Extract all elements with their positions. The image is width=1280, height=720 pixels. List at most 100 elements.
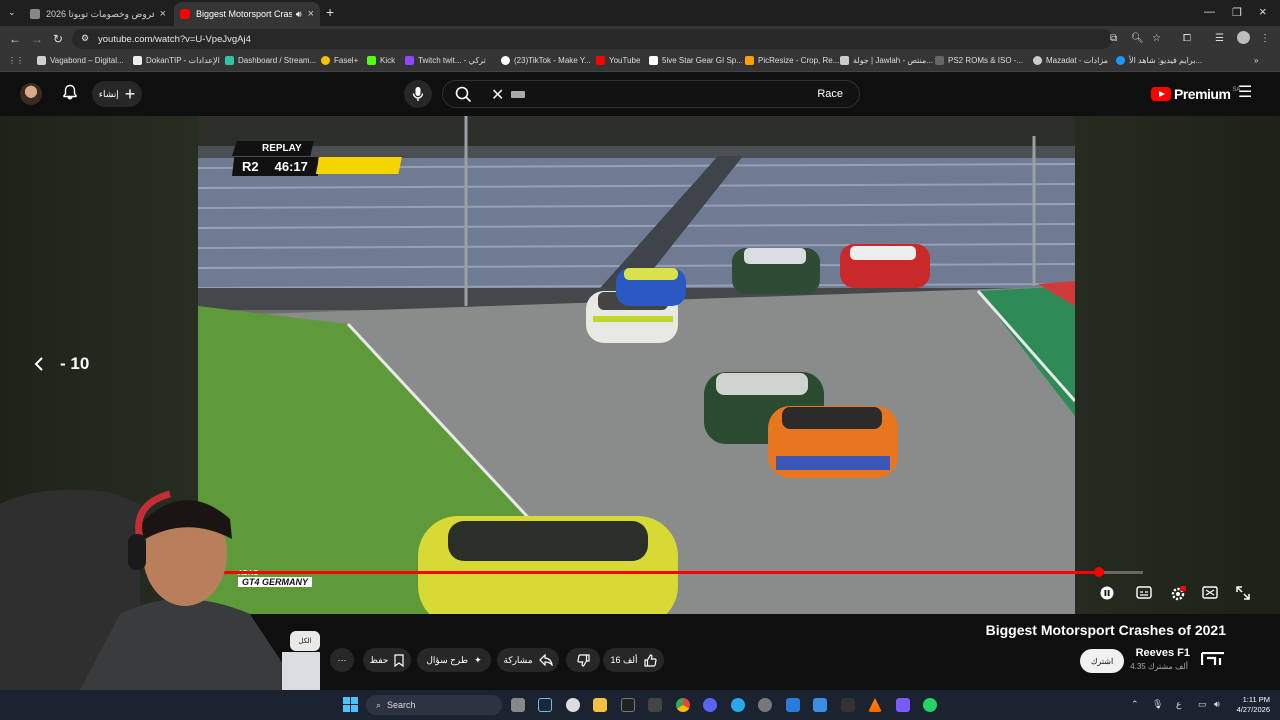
app-icon[interactable] <box>566 698 580 712</box>
taskbar-search[interactable]: ⌕ Search <box>366 695 502 715</box>
filter-chip-all[interactable]: الكل <box>290 631 320 651</box>
discord-icon[interactable] <box>703 698 717 712</box>
share-button[interactable]: مشاركة <box>497 648 559 672</box>
create-button[interactable]: إنشاء + <box>92 81 142 107</box>
photos-icon[interactable] <box>813 698 827 712</box>
bookmark-item[interactable]: PicResize - Crop, Re... <box>745 56 839 65</box>
race-footage <box>198 116 1075 614</box>
browser-menu-icon[interactable]: ⋮ <box>1260 33 1270 44</box>
search-icon[interactable] <box>455 86 472 108</box>
bookmark-item[interactable]: YouTube <box>596 56 640 65</box>
video-frame[interactable]: REPLAY R2 46:17 ADAC GT4 GERMANY <box>198 116 1075 614</box>
bookmark-item[interactable]: Twitch twit... - تركي <box>405 56 486 65</box>
bookmark-label: 5ive Star Gear GI Sp... <box>662 56 743 65</box>
install-app-icon[interactable]: ⧉ <box>1110 33 1117 44</box>
bookmark-label: PicResize - Crop, Re... <box>758 56 840 65</box>
clear-search-icon[interactable]: ✕ <box>491 85 504 105</box>
maximize-icon[interactable]: ❐ <box>1232 6 1242 19</box>
miniplayer-icon[interactable] <box>1202 586 1218 602</box>
search-input[interactable]: Race <box>817 88 843 100</box>
account-avatar[interactable] <box>20 83 42 105</box>
settings-gear-icon[interactable] <box>1170 586 1188 605</box>
tab-toyota-offers[interactable]: عروض وخصومات تويوتا 2026 |... × <box>24 2 172 26</box>
reload-icon[interactable]: ↻ <box>53 32 63 46</box>
bookmark-item[interactable]: Kick <box>367 56 395 65</box>
bookmark-star-icon[interactable]: ☆ <box>1152 33 1161 44</box>
bookmark-item[interactable]: جولة | Jawlah - منتص... <box>840 56 933 65</box>
epic-games-icon[interactable] <box>621 698 635 712</box>
close-icon[interactable]: × <box>308 8 314 20</box>
new-tab-button[interactable]: + <box>326 4 334 20</box>
bookmark-item[interactable]: Dashboard / Stream... <box>225 56 316 65</box>
telegram-icon[interactable] <box>731 698 745 712</box>
forward-icon[interactable]: → <box>31 32 43 46</box>
tab-search-icon[interactable]: ⌄ <box>8 7 16 18</box>
close-window-icon[interactable]: × <box>1259 4 1267 19</box>
bookmark-item[interactable]: DokanTIP - الإعدادات <box>133 56 220 65</box>
more-actions-button[interactable]: ⋯ <box>330 648 354 672</box>
sparkle-icon: ✦ <box>474 654 482 665</box>
progress-bar[interactable] <box>198 567 1143 577</box>
close-icon[interactable]: × <box>160 8 166 20</box>
scrubber-handle[interactable] <box>1093 567 1104 577</box>
pause-button[interactable] <box>1100 586 1114 603</box>
minimize-icon[interactable]: — <box>1204 6 1215 18</box>
language-indicator[interactable]: ع <box>1176 699 1181 710</box>
app-icon[interactable] <box>896 698 910 712</box>
dislike-button[interactable] <box>566 648 600 672</box>
steam-icon[interactable] <box>538 698 552 712</box>
app-icon[interactable] <box>841 698 855 712</box>
save-button[interactable]: حفظ <box>363 648 411 672</box>
app-icon[interactable] <box>786 698 800 712</box>
bookmark-item[interactable]: Vagabond – Digital... <box>37 56 124 65</box>
app-icon[interactable] <box>648 698 662 712</box>
subtitles-icon[interactable] <box>1136 586 1152 602</box>
bookmark-item[interactable]: Mazadat - مزادات <box>1033 56 1108 65</box>
tray-chevron-icon[interactable]: ⌃ <box>1131 699 1139 710</box>
bookmark-favicon-icon <box>37 56 46 65</box>
bookmark-item[interactable]: 5ive Star Gear GI Sp... <box>649 56 743 65</box>
extensions-icon[interactable]: ⧠ <box>1183 33 1191 44</box>
back-icon[interactable]: ← <box>9 32 21 46</box>
subscribe-button[interactable]: اشترك <box>1080 649 1124 673</box>
bookmark-item[interactable]: PS2 ROMs & ISO -... <box>935 56 1023 65</box>
ask-button[interactable]: طرح سؤال ✦ <box>417 648 491 672</box>
channel-name[interactable]: Reeves F1 <box>1136 647 1190 659</box>
site-info-icon[interactable]: ⚙︎ <box>81 33 89 44</box>
microphone-tray-icon[interactable]: 🎙︎ <box>1152 699 1163 710</box>
vlc-icon[interactable] <box>868 698 882 712</box>
clock-time: 1:11 PM <box>1242 695 1270 704</box>
address-bar[interactable]: ⚙︎ youtube.com/watch?v=U-VpeJvgAj4 <box>72 29 1112 49</box>
network-icon[interactable]: ▭ <box>1198 699 1207 710</box>
voice-search-button[interactable] <box>404 80 432 108</box>
bookmark-item[interactable]: برايم فيديو: شاهد الأ... <box>1116 56 1202 65</box>
file-explorer-icon[interactable] <box>593 698 607 712</box>
guide-menu-icon[interactable]: ☰ <box>1238 85 1252 101</box>
profile-avatar[interactable] <box>1237 31 1250 44</box>
obs-icon[interactable] <box>758 698 772 712</box>
search-box[interactable]: ✕ Race <box>442 80 860 108</box>
fullscreen-icon[interactable] <box>1236 586 1250 603</box>
more-bookmarks-icon[interactable]: » <box>1254 56 1258 65</box>
apps-grid-icon[interactable]: ⋮⋮ <box>8 56 24 65</box>
chrome-icon[interactable] <box>676 698 690 712</box>
like-button[interactable]: 16 ألف <box>603 648 664 672</box>
volume-icon[interactable]: 🔊︎ <box>1214 699 1220 710</box>
task-view-icon[interactable] <box>511 698 525 712</box>
tab-youtube-video[interactable]: Biggest Motorsport Crashe 🔊︎ × <box>174 2 320 26</box>
bookmark-label: PS2 ROMs & ISO -... <box>948 56 1024 65</box>
notifications-bell-icon[interactable] <box>62 84 78 106</box>
youtube-premium-logo[interactable]: Premium SA <box>1151 86 1240 102</box>
system-clock[interactable]: 1:11 PM 4/27/2026 <box>1230 695 1270 715</box>
progress-played <box>198 571 1099 574</box>
tab-favicon-icon <box>30 9 40 19</box>
channel-logo[interactable] <box>1201 652 1225 666</box>
windows-start-icon[interactable] <box>343 697 358 712</box>
zoom-icon[interactable]: 🔍︎ <box>1131 33 1144 44</box>
audio-icon[interactable]: 🔊︎ <box>296 9 302 20</box>
bookmark-item[interactable]: Fasel+ <box>321 56 358 65</box>
whatsapp-icon[interactable] <box>923 698 937 712</box>
url-text: youtube.com/watch?v=U-VpeJvgAj4 <box>98 33 251 45</box>
media-controls-icon[interactable]: ☰ <box>1215 33 1224 44</box>
bookmark-item[interactable]: (23)TikTok - Make Y... <box>501 56 591 65</box>
